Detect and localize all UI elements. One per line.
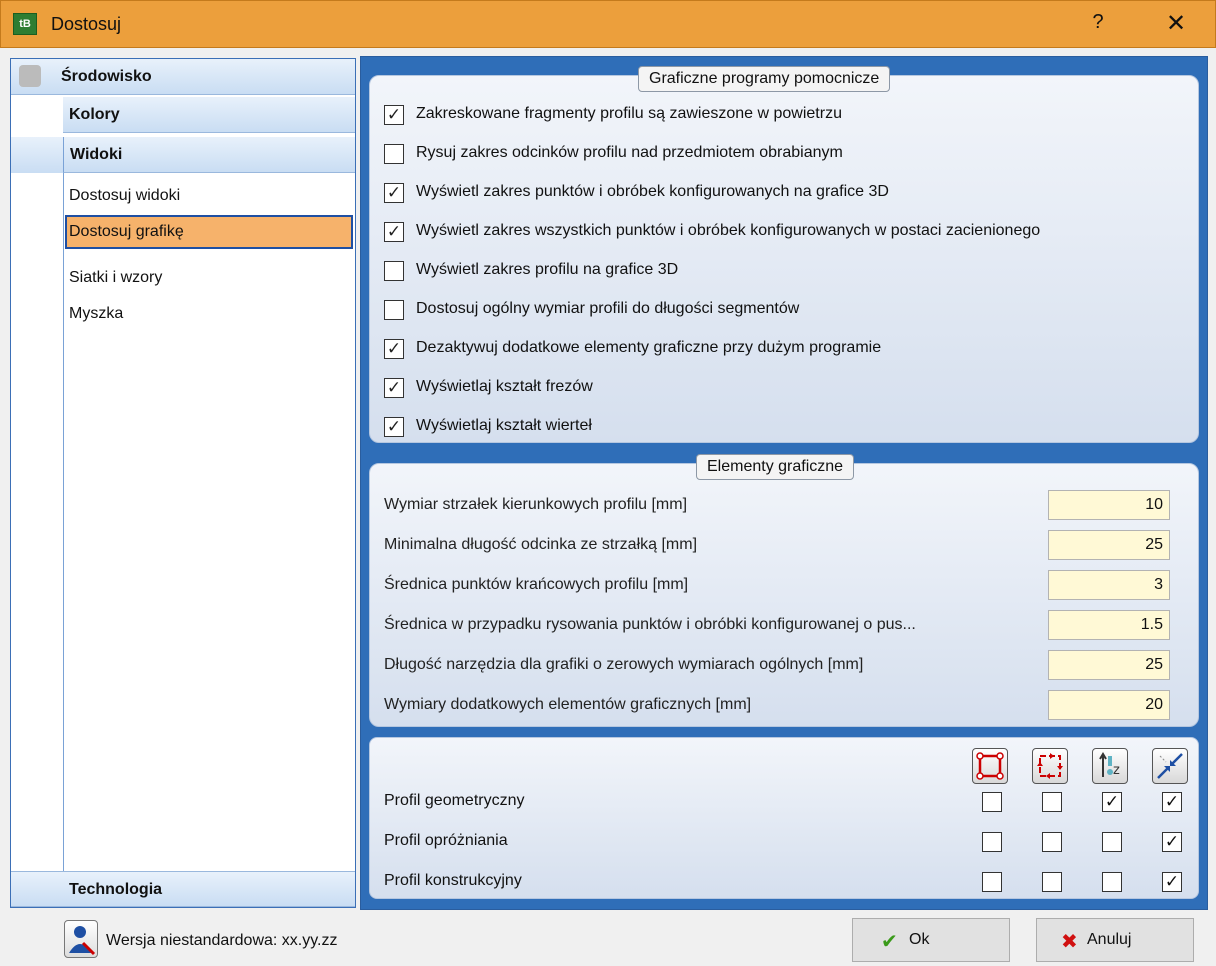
field-row-3: Średnica w przypadku rysowania punktów i… [384,610,1174,640]
aux-option-label: Rysuj zakres odcinków profilu nad przedm… [416,144,843,161]
field-input[interactable]: 25 [1048,530,1170,560]
field-label: Średnica w przypadku rysowania punktów i… [384,616,916,633]
checkbox[interactable] [1042,832,1062,852]
checkbox[interactable]: ✓ [384,378,404,398]
settings-content: Graficzne programy pomocnicze ✓ Zakreskow… [360,56,1208,910]
profile-arrows-icon[interactable] [1032,748,1068,784]
aux-option-label: Wyświetl zakres wszystkich punktów i obr… [416,222,1041,239]
checkbox[interactable]: ✓ [384,339,404,359]
field-row-5: Wymiary dodatkowych elementów graficznyc… [384,690,1174,720]
field-row-0: Wymiar strzałek kierunkowych profilu [mm… [384,490,1174,520]
aux-option-label: Wyświetl zakres profilu na grafice 3D [416,261,679,278]
arrows-converge-icon[interactable] [1152,748,1188,784]
cancel-button[interactable]: ✖ Anuluj [1036,918,1194,962]
aux-option-label: Zakreskowane fragmenty profilu są zawies… [416,105,842,122]
aux-option-label: Wyświetlaj kształt frezów [416,378,593,395]
nav-colors-label: Kolory [69,106,120,123]
field-input[interactable]: 20 [1048,690,1170,720]
checkbox[interactable] [384,261,404,281]
nav-item-customize-graphics[interactable]: Dostosuj grafikę [65,215,353,249]
profile-row-label: Profil geometryczny [384,792,525,809]
profiles-panel: z Profil geometryczny Profil opróżniania… [369,737,1199,899]
field-label: Wymiar strzałek kierunkowych profilu [mm… [384,496,688,513]
nav-views[interactable]: Widoki [63,137,355,173]
checkbox[interactable] [384,300,404,320]
aux-graphics-panel: Graficzne programy pomocnicze ✓ Zakreskow… [369,66,1199,443]
graphic-elements-panel: Elementy graficzne Wymiar strzałek kieru… [369,454,1199,727]
checkbox[interactable] [1042,872,1062,892]
close-button[interactable]: ✕ [1161,9,1191,39]
field-row-1: Minimalna długość odcinka ze strzałką [m… [384,530,1174,560]
cross-icon: ✖ [1061,931,1078,953]
checkbox[interactable]: ✓ [384,417,404,437]
checkbox[interactable]: ✓ [384,222,404,242]
checkbox[interactable] [982,872,1002,892]
checkbox[interactable]: ✓ [1102,792,1122,812]
nav-item-grids-patterns[interactable]: Siatki i wzory [65,261,353,295]
cancel-button-label: Anuluj [1087,931,1132,948]
checkbox[interactable]: ✓ [1162,832,1182,852]
field-label: Minimalna długość odcinka ze strzałką [m… [384,536,698,553]
settings-tree: Środowisko Kolory Widoki Dostosuj widoki… [10,58,356,908]
app-icon: tB [13,13,37,35]
profile-row-label: Profil konstrukcyjny [384,872,522,889]
graphic-elements-legend: Elementy graficzne [696,454,855,480]
profile-row-label: Profil opróżniania [384,832,508,849]
checkbox[interactable] [982,792,1002,812]
field-label: Wymiary dodatkowych elementów graficznyc… [384,696,752,713]
nav-technology-label: Technologia [69,881,163,898]
version-label: Wersja niestandardowa: xx.yy.zz [106,932,338,949]
checkbox[interactable]: ✓ [384,105,404,125]
nav-colors[interactable]: Kolory [63,97,355,133]
field-input[interactable]: 10 [1048,490,1170,520]
aux-option-label: Wyświetlaj kształt wierteł [416,417,592,434]
aux-option-label: Dezaktywuj dodatkowe elementy graficzne … [416,339,882,356]
nav-environment-label: Środowisko [61,68,152,85]
ok-button-label: Ok [909,931,930,948]
help-button[interactable]: ? [1083,11,1113,39]
version-icon[interactable] [64,920,98,958]
field-row-4: Długość narzędzia dla grafiki o zerowych… [384,650,1174,680]
svg-text:z: z [1113,763,1120,778]
field-label: Długość narzędzia dla grafiki o zerowych… [384,656,864,673]
field-row-2: Średnica punktów krańcowych profilu [mm]… [384,570,1174,600]
check-icon: ✔ [881,931,898,953]
checkbox[interactable] [384,144,404,164]
checkbox[interactable]: ✓ [384,183,404,203]
environment-icon [19,65,41,87]
nav-indent-line [63,173,64,873]
field-input[interactable]: 25 [1048,650,1170,680]
checkbox[interactable] [1102,872,1122,892]
nav-technology[interactable]: Technologia [11,871,355,907]
checkbox[interactable] [1042,792,1062,812]
checkbox[interactable] [1102,832,1122,852]
checkbox[interactable]: ✓ [1162,792,1182,812]
nav-item-customize-views[interactable]: Dostosuj widoki [65,179,353,213]
field-input[interactable]: 3 [1048,570,1170,600]
ok-button[interactable]: ✔ Ok [852,918,1010,962]
tool-z-icon[interactable]: z [1092,748,1128,784]
field-input[interactable]: 1.5 [1048,610,1170,640]
checkbox[interactable] [982,832,1002,852]
field-label: Średnica punktów krańcowych profilu [mm] [384,576,689,593]
profile-points-icon[interactable] [972,748,1008,784]
checkbox[interactable]: ✓ [1162,872,1182,892]
aux-option-label: Dostosuj ogólny wymiar profili do długoś… [416,300,800,317]
aux-graphics-legend: Graficzne programy pomocnicze [638,66,891,92]
title-bar: tB Dostosuj ? ✕ [0,0,1216,48]
nav-environment[interactable]: Środowisko [11,59,355,95]
window-title: Dostosuj [51,14,122,34]
nav-item-mouse[interactable]: Myszka [65,297,353,331]
nav-views-label: Widoki [70,146,123,163]
nav-views-marker [11,137,65,173]
aux-option-label: Wyświetl zakres punktów i obróbek konfig… [416,183,889,200]
